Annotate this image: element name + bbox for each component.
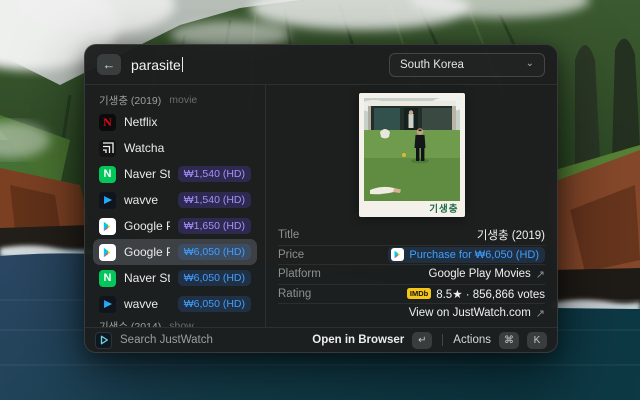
region-dropdown-value: South Korea xyxy=(400,59,464,71)
justwatch-search-window: ← parasite South Korea ⌄ 기생충 (2019) movi… xyxy=(84,44,558,353)
actions-menu-button[interactable]: Actions xyxy=(453,334,491,346)
desktop: ← parasite South Korea ⌄ 기생충 (2019) movi… xyxy=(0,0,640,400)
meta-row-title: Title 기생충 (2019) xyxy=(278,225,545,245)
command-label: Search JustWatch xyxy=(120,334,304,346)
meta-label: Platform xyxy=(278,268,321,280)
open-in-browser-action[interactable]: Open in Browser xyxy=(312,334,404,346)
meta-label: Price xyxy=(278,249,304,261)
detail-metadata: Title 기생충 (2019) Price xyxy=(278,225,545,323)
meta-value-title: 기생충 (2019) xyxy=(477,227,545,243)
list-item[interactable]: wavve ₩1,540 (HD) xyxy=(93,187,257,213)
meta-row-link: View on JustWatch.com ↗ xyxy=(278,303,545,323)
google-play-icon xyxy=(99,244,116,261)
movie-poster: 기생충 xyxy=(359,93,465,217)
section-header: 기생수 (2014) show xyxy=(93,317,257,327)
list-item[interactable]: Watcha xyxy=(93,135,257,161)
naver-store-icon: N xyxy=(99,270,116,287)
external-link-icon: ↗ xyxy=(536,268,545,281)
cmd-key-icon: ⌘ xyxy=(499,332,519,349)
platform-text: Google Play Movies xyxy=(429,268,531,280)
text-caret xyxy=(182,57,184,72)
netflix-icon: N xyxy=(99,114,116,131)
list-item[interactable]: wavve ₩6,050 (HD) xyxy=(93,291,257,317)
price-badge: ₩1,540 (HD) xyxy=(178,166,251,182)
list-item-selected[interactable]: Google Play Mov... ₩6,050 (HD) xyxy=(93,239,257,265)
wavve-icon xyxy=(99,296,116,313)
chevron-down-icon: ⌄ xyxy=(526,59,534,69)
purchase-price-chip[interactable]: Purchase for ₩6,050 (HD) xyxy=(388,247,545,263)
meta-label: Title xyxy=(278,229,299,241)
justwatch-link[interactable]: View on JustWatch.com ↗ xyxy=(409,307,545,320)
google-play-icon xyxy=(99,218,116,235)
poster-art xyxy=(364,98,460,201)
search-input[interactable]: parasite xyxy=(131,57,379,73)
provider-label: wavve xyxy=(124,297,170,311)
price-badge: ₩1,540 (HD) xyxy=(178,192,251,208)
meta-label: Rating xyxy=(278,288,311,300)
results-body: 기생충 (2019) movie N Netflix Watcha N xyxy=(85,85,557,327)
divider xyxy=(442,334,443,346)
wavve-icon xyxy=(99,192,116,209)
provider-label: Naver Store xyxy=(124,167,170,181)
provider-label: wavve xyxy=(124,193,170,207)
meta-row-price: Price Purchase for ₩6,050 (HD) xyxy=(278,245,545,265)
imdb-icon: IMDb xyxy=(407,288,431,299)
justwatch-logo-icon xyxy=(95,332,112,349)
meta-row-platform: Platform Google Play Movies ↗ xyxy=(278,264,545,284)
section-header: 기생충 (2019) movie xyxy=(93,91,257,109)
rating-value: IMDb 8.5★ · 856,866 votes xyxy=(407,287,545,301)
list-item[interactable]: N Naver Store ₩6,050 (HD) xyxy=(93,265,257,291)
provider-label: Google Play Mov... xyxy=(124,245,170,259)
section-type: show xyxy=(169,320,194,327)
external-link-icon: ↗ xyxy=(536,307,545,320)
poster-korean-title: 기생충 xyxy=(429,201,458,215)
k-key-icon: K xyxy=(527,332,547,349)
rating-text: 8.5★ · 856,866 votes xyxy=(436,287,545,301)
price-badge: ₩6,050 (HD) xyxy=(178,296,251,312)
list-item[interactable]: N Netflix xyxy=(93,109,257,135)
provider-label: Naver Store xyxy=(124,271,170,285)
watcha-icon xyxy=(99,140,116,157)
provider-label: Watcha xyxy=(124,141,251,155)
section-title: 기생수 (2014) xyxy=(99,319,161,328)
price-badge: ₩1,650 (HD) xyxy=(178,218,251,234)
google-play-icon xyxy=(391,248,404,261)
back-icon: ← xyxy=(103,57,116,72)
action-bar: Search JustWatch Open in Browser ↵ Actio… xyxy=(85,327,557,352)
back-button[interactable]: ← xyxy=(97,54,121,75)
justwatch-link-text: View on JustWatch.com xyxy=(409,307,531,319)
price-text: Purchase for ₩6,050 (HD) xyxy=(409,249,539,261)
price-badge: ₩6,050 (HD) xyxy=(178,270,251,286)
platform-link[interactable]: Google Play Movies ↗ xyxy=(429,268,546,281)
detail-panel: 기생충 Title 기생충 (2019) Price xyxy=(265,85,557,327)
price-badge: ₩6,050 (HD) xyxy=(178,244,251,260)
enter-key-icon: ↵ xyxy=(412,332,432,349)
list-item[interactable]: N Naver Store ₩1,540 (HD) xyxy=(93,161,257,187)
section-type: movie xyxy=(169,94,197,106)
region-dropdown[interactable]: South Korea ⌄ xyxy=(389,53,545,77)
provider-label: Google Play Mov... xyxy=(124,219,170,233)
search-header: ← parasite South Korea ⌄ xyxy=(85,45,557,85)
section-title: 기생충 (2019) xyxy=(99,93,161,108)
naver-store-icon: N xyxy=(99,166,116,183)
search-query-text: parasite xyxy=(131,57,181,73)
results-list: 기생충 (2019) movie N Netflix Watcha N xyxy=(85,85,265,327)
provider-label: Netflix xyxy=(124,115,251,129)
list-item[interactable]: Google Play Mov... ₩1,650 (HD) xyxy=(93,213,257,239)
meta-row-rating: Rating IMDb 8.5★ · 856,866 votes xyxy=(278,284,545,304)
